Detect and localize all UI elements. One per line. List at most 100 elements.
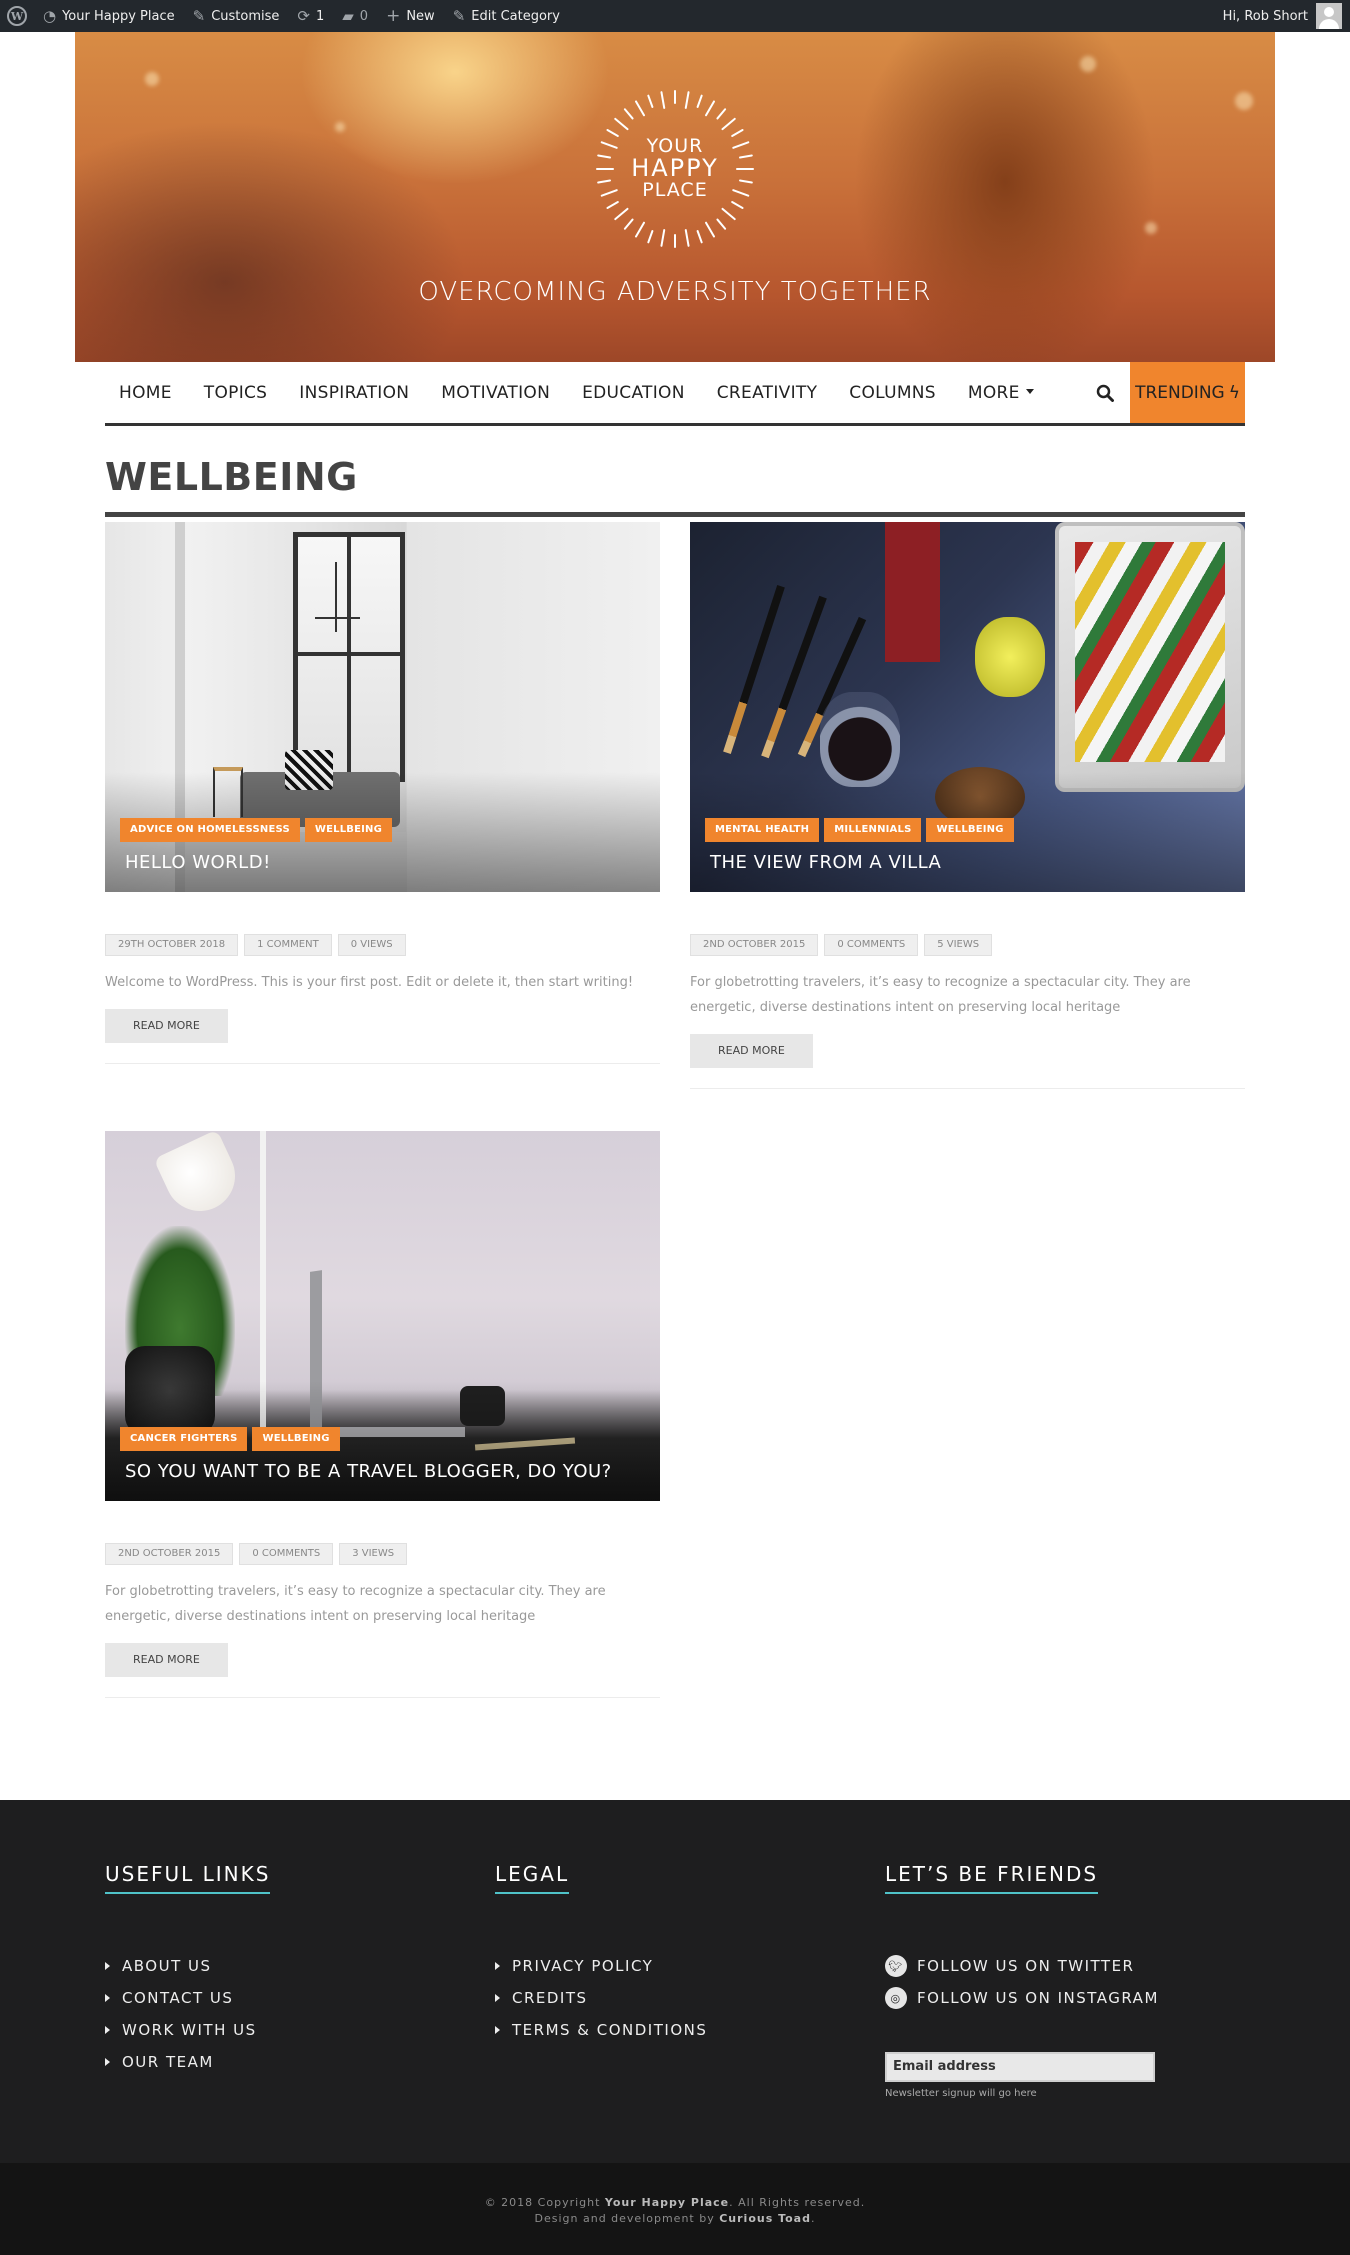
wordpress-icon: W [7, 6, 27, 26]
sun-ray [705, 221, 715, 238]
post-image[interactable]: CANCER FIGHTERS WELLBEING SO YOU WANT TO… [105, 1131, 660, 1501]
new-label: New [406, 8, 435, 24]
tag-link[interactable]: ADVICE ON HOMELESSNESS [120, 818, 300, 842]
lamp-shade [153, 1131, 247, 1223]
copyright-line-2: Design and development by Curious Toad. [0, 2211, 1350, 2227]
footer-heading: LEGAL [495, 1862, 570, 1894]
footer-heading: LET’S BE FRIENDS [885, 1862, 1099, 1894]
bokeh-light [335, 122, 345, 132]
tag-link[interactable]: WELLBEING [926, 818, 1014, 842]
caret-right-icon [495, 1962, 500, 1970]
admin-comments[interactable]: ▰ 0 [333, 0, 377, 32]
admin-account-menu[interactable]: Hi, Rob Short [1223, 0, 1350, 32]
post-card: CANCER FIGHTERS WELLBEING SO YOU WANT TO… [105, 1131, 660, 1698]
main-navigation: HOME TOPICS INSPIRATION MOTIVATION EDUCA… [105, 362, 1245, 426]
admin-edit-category[interactable]: ✎ Edit Category [444, 0, 569, 32]
nav-item-more[interactable]: MORE [968, 383, 1034, 403]
copyright-site-link[interactable]: Your Happy Place [605, 2196, 729, 2209]
sun-ray [614, 117, 629, 131]
footer-link-contact[interactable]: CONTACT US [105, 1982, 270, 2014]
page-title: WELLBEING [105, 455, 358, 499]
sun-ray [623, 108, 634, 120]
read-more-button[interactable]: READ MORE [105, 1643, 228, 1677]
tag-link[interactable]: MILLENNIALS [824, 818, 922, 842]
post-tags: ADVICE ON HOMELESSNESS WELLBEING [120, 818, 397, 842]
post-comments[interactable]: 0 COMMENTS [239, 1543, 334, 1565]
footer-link-about[interactable]: ABOUT US [105, 1950, 270, 1982]
nav-item-creativity[interactable]: CREATIVITY [717, 383, 818, 403]
logo-line-2: HAPPY [631, 154, 719, 182]
instagram-icon: ◎ [885, 1987, 907, 2009]
sun-ray [696, 94, 703, 108]
nav-item-inspiration[interactable]: INSPIRATION [299, 383, 409, 403]
post-card: MENTAL HEALTH MILLENNIALS WELLBEING THE … [690, 522, 1245, 1089]
footer-link-label: ABOUT US [122, 1957, 212, 1975]
admin-site-name[interactable]: ◔ Your Happy Place [34, 0, 184, 32]
customise-label: Customise [211, 8, 280, 24]
nav-item-education[interactable]: EDUCATION [582, 383, 685, 403]
footer-link-list: ABOUT US CONTACT US WORK WITH US OUR TEA… [105, 1950, 270, 2078]
post-title[interactable]: HELLO WORLD! [125, 852, 271, 873]
trending-label: TRENDING [1135, 382, 1225, 403]
read-more-button[interactable]: READ MORE [105, 1009, 228, 1043]
footer-friends: LET’S BE FRIENDS 🐦︎ FOLLOW US ON TWITTER … [885, 1862, 1159, 2099]
instagram-link[interactable]: ◎ FOLLOW US ON INSTAGRAM [885, 1982, 1159, 2014]
footer-link-terms[interactable]: TERMS & CONDITIONS [495, 2014, 707, 2046]
nav-item-topics[interactable]: TOPICS [204, 383, 268, 403]
caret-right-icon [105, 2058, 110, 2066]
post-comments[interactable]: 1 COMMENT [244, 934, 332, 956]
site-name-label: Your Happy Place [62, 8, 175, 24]
post-title[interactable]: SO YOU WANT TO BE A TRAVEL BLOGGER, DO Y… [125, 1461, 612, 1482]
newsletter-note: Newsletter signup will go here [885, 2088, 1037, 2099]
post-tags: MENTAL HEALTH MILLENNIALS WELLBEING [705, 818, 1019, 842]
nav-item-home[interactable]: HOME [119, 383, 172, 403]
bokeh-light [1235, 92, 1253, 110]
caret-right-icon [495, 2026, 500, 2034]
search-button[interactable] [1080, 362, 1130, 423]
post-divider [690, 1088, 1245, 1089]
admin-customise[interactable]: ✎ Customise [184, 0, 289, 32]
read-more-button[interactable]: READ MORE [690, 1034, 813, 1068]
twitter-label: FOLLOW US ON TWITTER [917, 1957, 1135, 1975]
caret-right-icon [105, 2026, 110, 2034]
post-comments[interactable]: 0 COMMENTS [824, 934, 919, 956]
sun-ray [696, 230, 703, 244]
sun-ray [716, 218, 727, 230]
wordpress-logo-menu[interactable]: W [0, 0, 34, 32]
updates-icon: ⟳ [297, 6, 310, 25]
admin-updates[interactable]: ⟳ 1 [288, 0, 333, 32]
footer-link-credits[interactable]: CREDITS [495, 1982, 707, 2014]
footer-link-label: WORK WITH US [122, 2021, 257, 2039]
footer-link-work[interactable]: WORK WITH US [105, 2014, 270, 2046]
twitter-link[interactable]: 🐦︎ FOLLOW US ON TWITTER [885, 1950, 1159, 1982]
post-image[interactable]: MENTAL HEALTH MILLENNIALS WELLBEING THE … [690, 522, 1245, 892]
copyright-bar: © 2018 Copyright Your Happy Place. All R… [0, 2163, 1350, 2255]
footer-link-team[interactable]: OUR TEAM [105, 2046, 270, 2078]
post-date: 29TH OCTOBER 2018 [105, 934, 239, 956]
social-list: 🐦︎ FOLLOW US ON TWITTER ◎ FOLLOW US ON INS… [885, 1950, 1159, 2014]
updates-count: 1 [315, 8, 325, 24]
admin-new[interactable]: + New [377, 0, 444, 32]
window-transom [293, 652, 405, 656]
nav-item-motivation[interactable]: MOTIVATION [441, 383, 550, 403]
nav-item-columns[interactable]: COLUMNS [849, 383, 936, 403]
instagram-label: FOLLOW US ON INSTAGRAM [917, 1989, 1159, 2007]
bokeh-light [1145, 222, 1157, 234]
tag-link[interactable]: MENTAL HEALTH [705, 818, 820, 842]
credit-company-link[interactable]: Curious Toad [719, 2212, 811, 2225]
paint-tubes [1075, 542, 1225, 762]
trending-button[interactable]: TRENDING ϟ [1130, 362, 1245, 423]
sun-ray [660, 229, 666, 247]
footer-link-privacy[interactable]: PRIVACY POLICY [495, 1950, 707, 1982]
email-field[interactable]: Email address [885, 2052, 1155, 2082]
pencil-icon: ✎ [452, 6, 466, 25]
post-title[interactable]: THE VIEW FROM A VILLA [710, 852, 941, 873]
site-logo[interactable]: YOUR HAPPY PLACE [593, 87, 757, 251]
tag-link[interactable]: CANCER FIGHTERS [120, 1427, 248, 1451]
sun-ray [721, 117, 736, 131]
post-views: 0 VIEWS [337, 934, 406, 956]
post-meta: 2ND OCTOBER 2015 0 COMMENTS 3 VIEWS [105, 1543, 660, 1565]
post-image[interactable]: ADVICE ON HOMELESSNESS WELLBEING HELLO W… [105, 522, 660, 892]
tag-link[interactable]: WELLBEING [304, 818, 393, 842]
tag-link[interactable]: WELLBEING [252, 1427, 340, 1451]
